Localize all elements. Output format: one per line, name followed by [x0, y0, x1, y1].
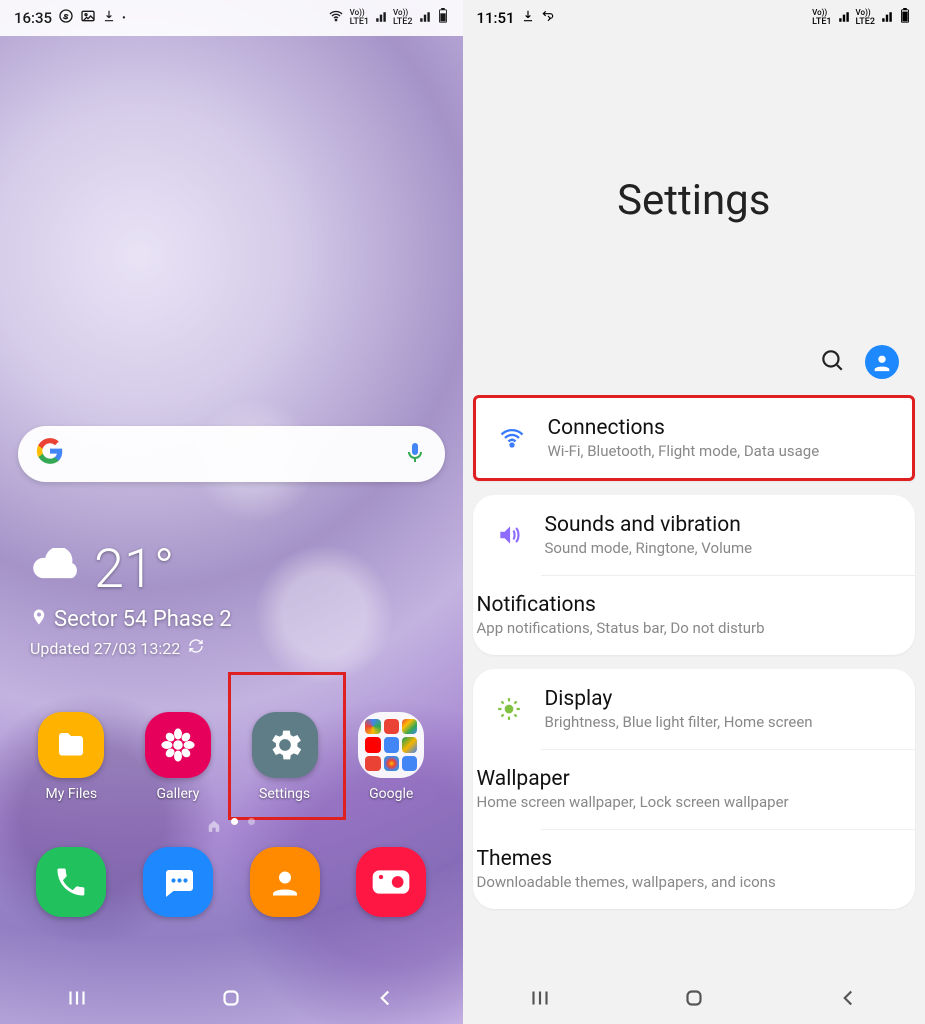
wifi-icon	[496, 422, 528, 454]
download-icon	[521, 9, 535, 27]
refresh-icon[interactable]	[188, 638, 204, 658]
weather-updated: Updated 27/03 13:22	[30, 639, 180, 658]
navigation-bar	[0, 976, 463, 1024]
download-icon	[102, 9, 116, 27]
cloud-icon	[30, 548, 84, 592]
app-settings[interactable]: Settings	[240, 712, 330, 802]
settings-row-connections[interactable]: Connections Wi-Fi, Bluetooth, Flight mod…	[476, 398, 913, 478]
nav-recents[interactable]	[527, 985, 553, 1015]
settings-list: Connections Wi-Fi, Bluetooth, Flight mod…	[463, 395, 925, 983]
app-gallery[interactable]: Gallery	[133, 712, 223, 802]
row-subtitle: Wi-Fi, Bluetooth, Flight mode, Data usag…	[548, 442, 820, 460]
lte2-label: Vo))LTE2	[393, 9, 412, 27]
weather-widget[interactable]: 21° Sector 54 Phase 2 Updated 27/03 13:2…	[30, 538, 463, 658]
page-dot	[248, 818, 255, 825]
settings-row-sounds[interactable]: Sounds and vibration Sound mode, Rington…	[473, 495, 916, 575]
home-screen: 16:35 • Vo))LTE1 Vo))LTE2	[0, 0, 463, 1024]
app-google-folder[interactable]: Google	[346, 712, 436, 802]
whatsapp-icon	[58, 8, 74, 28]
dock	[0, 837, 463, 917]
page-dot	[231, 818, 238, 825]
sync-icon	[541, 9, 555, 27]
settings-row-notifications[interactable]: Notifications App notifications, Status …	[473, 575, 916, 655]
settings-card-sound-notifications: Sounds and vibration Sound mode, Rington…	[473, 495, 916, 655]
signal1-icon	[838, 9, 850, 27]
status-time: 11:51	[477, 9, 515, 27]
row-title: Sounds and vibration	[545, 513, 753, 537]
status-time: 16:35	[14, 9, 52, 27]
battery-icon	[437, 8, 449, 28]
settings-screen: 11:51 Vo))LTE1 Vo))LTE2 Settings	[463, 0, 925, 1024]
page-indicator[interactable]	[0, 818, 463, 837]
nav-recents[interactable]	[64, 985, 90, 1015]
mic-icon[interactable]	[403, 440, 427, 468]
signal1-icon	[375, 9, 387, 27]
google-logo-icon	[36, 437, 64, 472]
settings-row-themes[interactable]: Themes Downloadable themes, wallpapers, …	[473, 829, 916, 909]
lte1-label: Vo))LTE1	[812, 9, 831, 27]
row-subtitle: Sound mode, Ringtone, Volume	[545, 539, 753, 557]
app-label: Settings	[259, 786, 310, 802]
row-title: Notifications	[477, 593, 765, 617]
sound-icon	[493, 519, 525, 551]
settings-card-connections: Connections Wi-Fi, Bluetooth, Flight mod…	[473, 395, 916, 481]
home-indicator-icon	[207, 818, 221, 837]
weather-location: Sector 54 Phase 2	[54, 607, 232, 632]
row-title: Wallpaper	[477, 767, 789, 791]
google-search-bar[interactable]	[18, 426, 445, 482]
folder-icon	[358, 712, 424, 778]
row-title: Themes	[477, 847, 776, 871]
battery-icon	[899, 8, 911, 28]
wifi-icon	[328, 8, 344, 28]
status-bar: 11:51 Vo))LTE1 Vo))LTE2	[463, 0, 925, 36]
app-label: Gallery	[157, 786, 200, 802]
navigation-bar	[463, 976, 925, 1024]
dock-phone[interactable]	[26, 847, 116, 917]
row-title: Display	[545, 687, 813, 711]
row-title: Connections	[548, 416, 820, 440]
dock-messages[interactable]	[133, 847, 223, 917]
dock-contacts[interactable]	[240, 847, 330, 917]
nav-back[interactable]	[835, 985, 861, 1015]
nav-home[interactable]	[681, 985, 707, 1015]
page-title: Settings	[463, 36, 925, 225]
signal2-icon	[419, 9, 431, 27]
app-row: My Files Gallery Settings	[0, 688, 463, 812]
status-bar: 16:35 • Vo))LTE1 Vo))LTE2	[0, 0, 463, 36]
dock-camera[interactable]	[346, 847, 436, 917]
search-icon[interactable]	[819, 347, 845, 377]
more-icon: •	[122, 13, 126, 24]
nav-home[interactable]	[218, 985, 244, 1015]
signal2-icon	[881, 9, 893, 27]
row-subtitle: Brightness, Blue light filter, Home scre…	[545, 713, 813, 731]
row-subtitle: Downloadable themes, wallpapers, and ico…	[477, 873, 776, 891]
settings-row-display[interactable]: Display Brightness, Blue light filter, H…	[473, 669, 916, 749]
account-avatar[interactable]	[865, 345, 899, 379]
weather-temperature: 21°	[94, 538, 174, 601]
image-icon	[80, 8, 96, 28]
app-my-files[interactable]: My Files	[26, 712, 116, 802]
pin-icon	[30, 607, 48, 632]
row-subtitle: Home screen wallpaper, Lock screen wallp…	[477, 793, 789, 811]
settings-row-wallpaper[interactable]: Wallpaper Home screen wallpaper, Lock sc…	[473, 749, 916, 829]
row-subtitle: App notifications, Status bar, Do not di…	[477, 619, 765, 637]
lte1-label: Vo))LTE1	[350, 9, 369, 27]
settings-card-display-wallpaper-themes: Display Brightness, Blue light filter, H…	[473, 669, 916, 909]
nav-back[interactable]	[372, 985, 398, 1015]
display-icon	[493, 693, 525, 725]
app-label: Google	[369, 786, 413, 802]
lte2-label: Vo))LTE2	[856, 9, 875, 27]
app-label: My Files	[46, 786, 98, 802]
